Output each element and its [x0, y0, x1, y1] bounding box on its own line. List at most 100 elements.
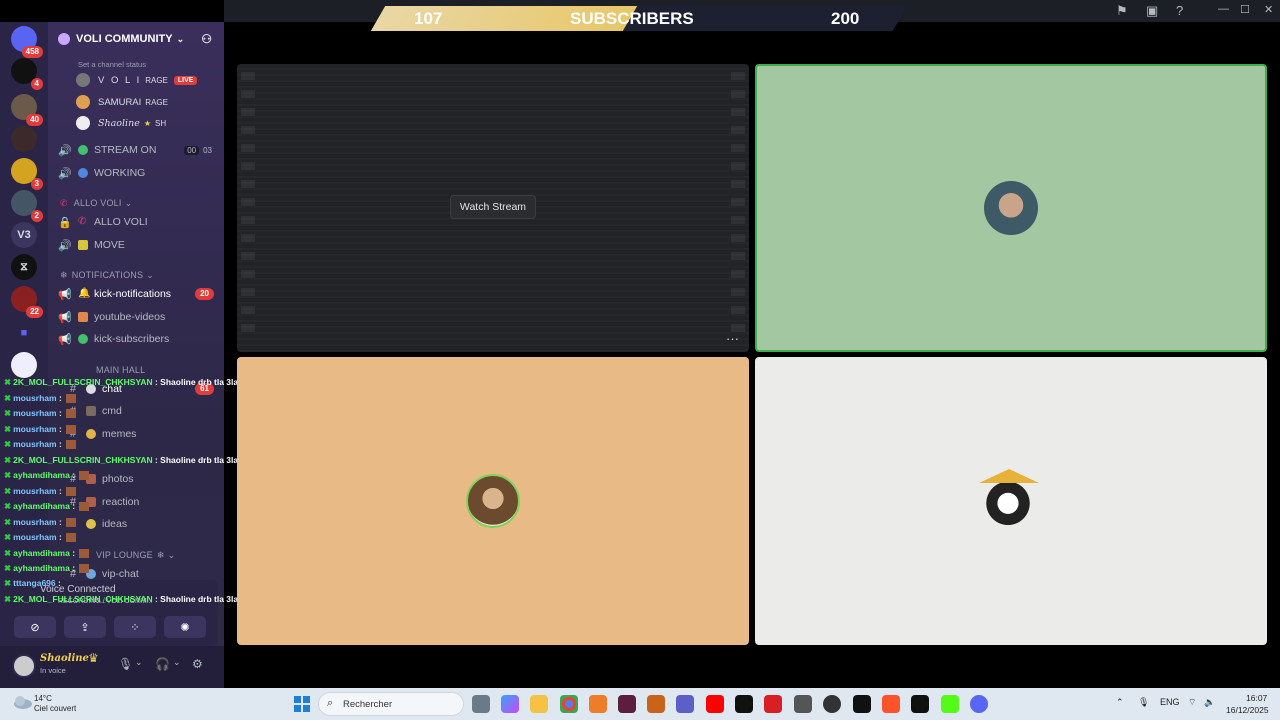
keyboard-language[interactable]: ENG [1160, 697, 1180, 707]
clock-time[interactable]: 16:07 [1246, 693, 1267, 703]
avatar [76, 95, 90, 109]
avatar[interactable] [12, 654, 36, 678]
volume-icon[interactable]: 🔈 [1204, 697, 1215, 708]
netflix-icon[interactable] [764, 695, 782, 713]
clock-date[interactable]: 16/12/2025 [1226, 705, 1269, 715]
kick-badge-icon: ✖ [4, 501, 12, 511]
voice-member[interactable]: Shaoline ★ SH [76, 113, 166, 133]
chat-line: ✖ tttanga696 : [4, 578, 61, 588]
chat-line: ✖ mousrham : [4, 424, 77, 435]
brave-icon[interactable] [882, 695, 900, 713]
channel-youtube-videos[interactable]: 📢 youtube-videos [48, 307, 224, 327]
search-placeholder: Rechercher [343, 699, 393, 710]
chevron-down-icon[interactable]: ⌄ [135, 657, 143, 668]
app-icon[interactable] [794, 695, 812, 713]
server-badge: 2 [30, 210, 43, 222]
chevron-down-icon: ⌄ [146, 269, 154, 280]
voice-member[interactable]: V O L I RAGE LIVE [76, 70, 198, 90]
server-icon[interactable] [11, 126, 37, 152]
megaphone-icon: 📢 [58, 311, 72, 324]
server-icon[interactable]: 40 [11, 94, 43, 126]
voice-channel-stream-on[interactable]: 🔊 STREAM ON 00 03 [48, 140, 224, 160]
close-icon[interactable]: ✕ [1264, 3, 1273, 16]
chat-user: mousrham [13, 424, 57, 434]
maximize-icon[interactable]: ☐ [1240, 3, 1250, 16]
teams-icon[interactable] [676, 695, 694, 713]
server-icon[interactable]: ⧖ [11, 254, 37, 280]
server-icon[interactable]: V3 [11, 222, 37, 248]
participant-tile[interactable] [237, 357, 749, 645]
emote-icon [66, 425, 77, 435]
category-label: ALLO VOLI [73, 198, 122, 208]
kick-icon[interactable] [941, 695, 959, 713]
app-icon[interactable] [823, 695, 841, 713]
category-notifications[interactable]: ❄ NOTIFICATIONS ⌄ [48, 265, 224, 285]
copilot-icon[interactable] [501, 695, 519, 713]
server-icon[interactable]: 4 [11, 58, 43, 90]
participant-tile[interactable] [755, 64, 1267, 352]
chat-line: ✖ mousrham : [4, 517, 77, 528]
server-icon[interactable]: 22 [11, 286, 43, 318]
settings-icon[interactable]: ⚙ [192, 657, 203, 671]
microphone-icon[interactable]: 🎙 [1138, 697, 1149, 708]
invite-icon[interactable]: ⚇ [201, 32, 212, 46]
app-icon[interactable] [735, 695, 753, 713]
weather-icon[interactable] [12, 693, 34, 711]
task-view-icon[interactable] [472, 695, 490, 713]
participant-tile[interactable] [755, 357, 1267, 645]
minimize-icon[interactable]: — [1218, 3, 1229, 15]
microphone-icon[interactable]: 🎙 [118, 657, 133, 671]
wifi-icon[interactable]: ⌔ [1188, 697, 1196, 708]
chevron-down-icon[interactable]: ⌄ [173, 657, 181, 668]
voice-channel-allo-voli[interactable]: 🔒 ✆ ALLO VOLI [48, 212, 224, 232]
inbox-icon[interactable]: ⚑ [1116, 3, 1128, 19]
app-icon[interactable] [589, 695, 607, 713]
chat-line: ✖ mousrham : [4, 532, 77, 543]
help-icon[interactable]: ? [1176, 3, 1183, 18]
chat-line: ✖ ayhamdihama : [4, 563, 90, 574]
file-explorer-icon[interactable] [530, 695, 548, 713]
discord-icon[interactable] [970, 695, 988, 713]
chrome-icon[interactable] [560, 695, 578, 713]
chevron-up-icon[interactable]: ⌃ [1116, 697, 1124, 708]
banner-goal-value: 200 [831, 9, 860, 28]
soundboard-button[interactable]: ✺ [164, 616, 206, 638]
start-icon[interactable] [294, 696, 310, 712]
server-header[interactable]: VOLI COMMUNITY ⌄ ⚇ [48, 22, 224, 56]
taskbar-search[interactable]: ⌕ Rechercher [318, 692, 464, 716]
channel-label: kick-subscribers [94, 333, 170, 345]
channel-kick-notifications[interactable]: 📢 🔔 kick-notifications 20 [48, 284, 224, 304]
app-icon[interactable] [618, 695, 636, 713]
share-screen-button[interactable]: ⇪ [64, 616, 106, 638]
category-allo-voli[interactable]: ✆ ALLO VOLI ⌄ [48, 193, 224, 213]
channel-kick-subscribers[interactable]: 📢 kick-subscribers [48, 329, 224, 349]
grid-icon: ⁘ [130, 621, 140, 634]
youtube-icon[interactable] [706, 695, 724, 713]
stream-tile[interactable]: Watch Stream ··· [237, 64, 749, 352]
tradingview-icon[interactable] [911, 695, 929, 713]
voice-channel-working[interactable]: 🔊 WORKING [48, 163, 224, 183]
channel-label: ALLO VOLI [94, 216, 148, 228]
home-icon[interactable]: 458 [11, 26, 43, 58]
watch-stream-button[interactable]: Watch Stream [450, 195, 536, 219]
server-badge: 22 [26, 306, 43, 318]
activities-button[interactable]: ⁘ [114, 616, 156, 638]
weather-temp: 14°C [34, 694, 52, 703]
more-options-icon[interactable]: ··· [726, 331, 739, 346]
camera-off-button[interactable]: ⊘ [14, 616, 56, 638]
server-icon[interactable]: 2 [11, 190, 43, 222]
app-icon[interactable] [853, 695, 871, 713]
status-dot [78, 240, 88, 250]
user-status: In voice [40, 666, 66, 675]
server-icon[interactable]: 3 [11, 158, 43, 190]
channel-counter: 03 [203, 145, 212, 155]
headphones-icon[interactable]: 🎧 [155, 657, 170, 671]
kick-badge-icon: ✖ [4, 578, 12, 588]
app-icon[interactable] [647, 695, 665, 713]
folder-icon[interactable]: ■ [11, 320, 37, 346]
kick-badge-icon: ✖ [4, 486, 12, 496]
hat-icon [979, 469, 1039, 483]
voice-member[interactable]: SAMURAI RAGE [76, 92, 168, 112]
screen-icon[interactable]: ▣ [1146, 3, 1158, 19]
voice-channel-move[interactable]: 🔊 MOVE [48, 235, 224, 255]
